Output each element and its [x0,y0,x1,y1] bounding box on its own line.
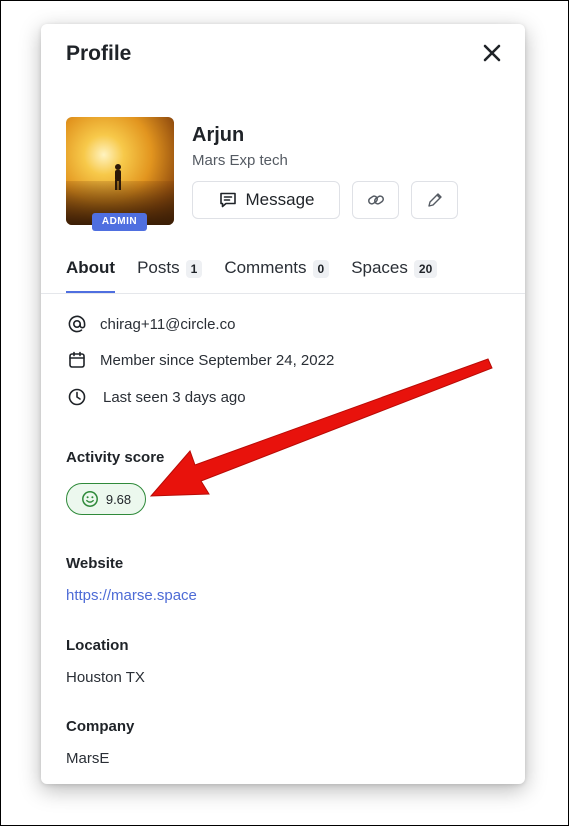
avatar [66,117,174,225]
pencil-icon [427,193,442,207]
message-icon [219,192,236,208]
message-button-label: Message [245,190,315,209]
at-sign-icon [66,313,88,335]
company-label: Company [66,718,135,735]
tab-count-badge: 0 [312,260,330,278]
tab-about[interactable]: About [66,258,116,293]
tab-comments[interactable]: Comments 0 [224,258,330,293]
clock-icon [66,386,88,408]
company-value: MarsE [66,750,110,767]
close-icon[interactable] [481,42,503,64]
tab-count-badge: 1 [185,260,203,278]
profile-panel: Profile ADMIN Arjun Mars Exp tech Messag… [41,24,525,784]
astronaut-silhouette [115,164,121,190]
profile-headline: Mars Exp tech [192,152,288,169]
smiley-icon [81,491,98,507]
activity-score-badge: 9.68 [66,483,146,515]
copy-link-button[interactable] [352,181,399,219]
activity-score-value: 9.68 [105,491,132,507]
tab-spaces[interactable]: Spaces 20 [351,258,438,293]
tab-count-badge: 20 [413,260,438,278]
message-button[interactable]: Message [192,181,340,219]
activity-score-label: Activity score [66,449,165,466]
calendar-icon [66,349,88,371]
last-seen-row: Last seen 3 days ago [66,386,246,408]
tabs-divider [41,293,525,294]
edit-profile-button[interactable] [411,181,458,219]
member-since-text: Member since September 24, 2022 [100,351,335,369]
admin-badge: ADMIN [92,213,147,231]
email-text: chirag+11@circle.co [100,315,236,333]
tab-label: Spaces [351,258,408,277]
location-label: Location [66,637,129,654]
email-row: chirag+11@circle.co [66,313,235,335]
website-label: Website [66,555,124,572]
website-link[interactable]: https://marse.space [66,587,197,604]
tab-posts[interactable]: Posts 1 [137,258,203,293]
tab-label: About [66,258,116,277]
last-seen-text: Last seen 3 days ago [103,388,246,406]
tab-label: Posts [137,258,180,277]
panel-title: Profile [66,42,132,65]
member-since-row: Member since September 24, 2022 [66,349,334,371]
profile-name: Arjun [192,124,245,146]
profile-tabs: About Posts 1 Comments 0 Spaces 20 [66,258,459,294]
tab-label: Comments [224,258,307,277]
link-icon [367,195,384,205]
location-value: Houston TX [66,669,145,686]
